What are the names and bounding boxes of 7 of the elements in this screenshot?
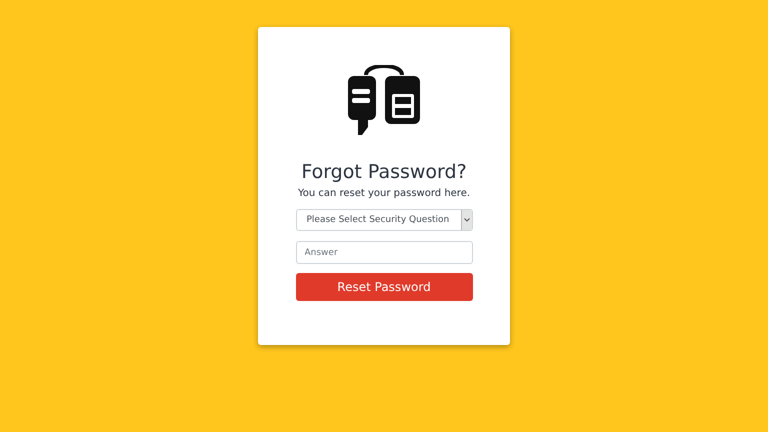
caret-icon [464, 218, 470, 222]
answer-field[interactable]: Answer [296, 241, 472, 264]
security-question-select[interactable]: Please Select Security Question [296, 209, 472, 231]
keys-icon [348, 65, 420, 135]
page-title: Forgot Password? [301, 160, 467, 185]
subtitle-text: You can reset your password here. [298, 188, 470, 199]
reset-password-button[interactable]: Reset Password [296, 273, 472, 301]
